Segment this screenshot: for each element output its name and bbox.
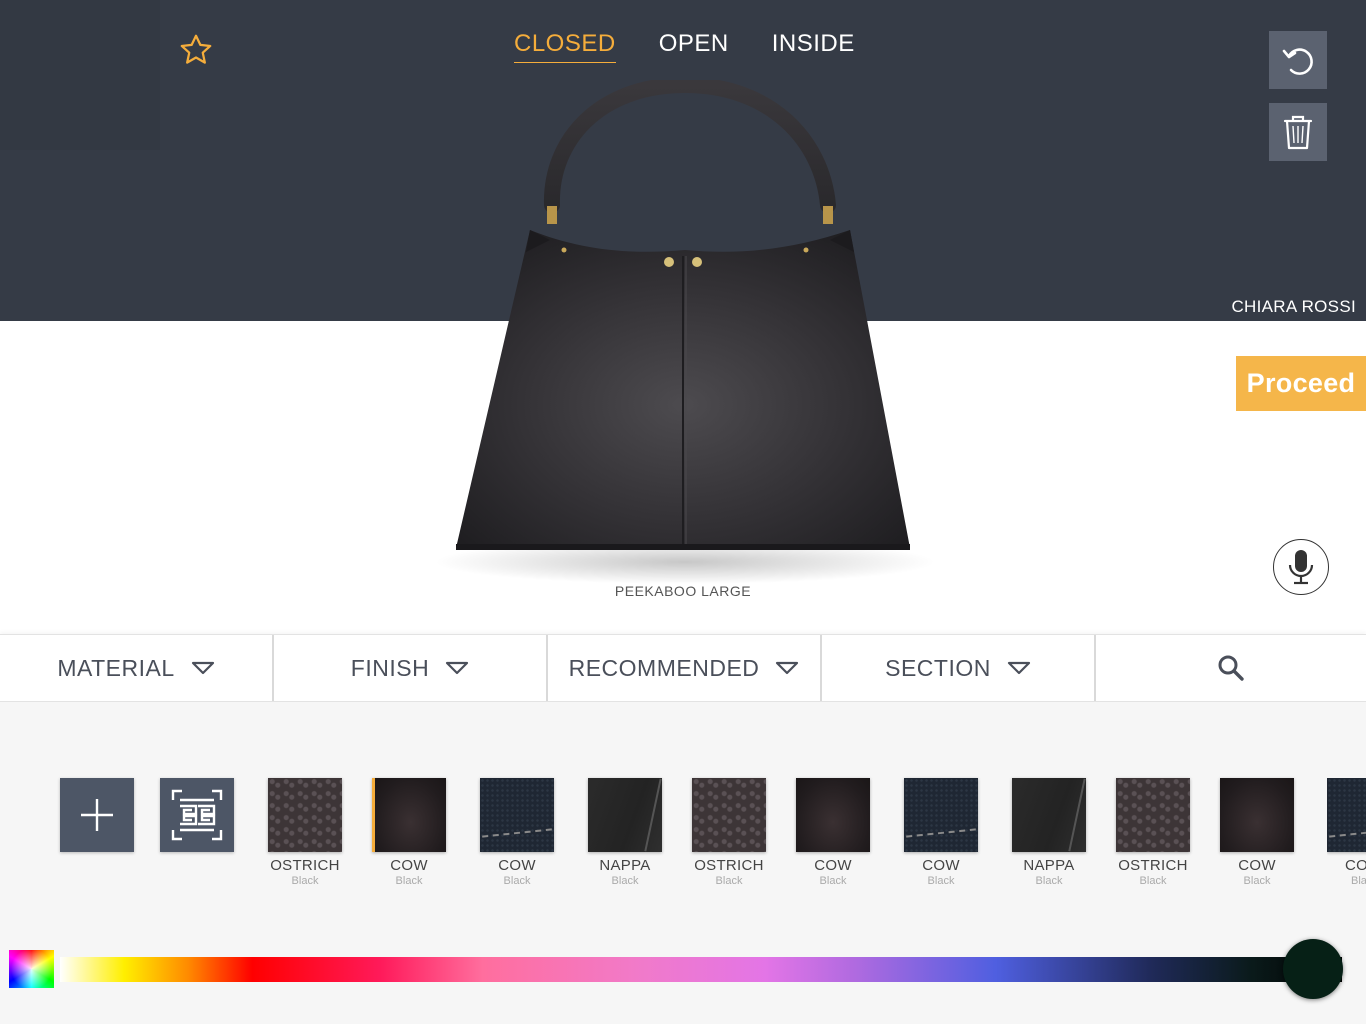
swatch-texture <box>588 778 662 852</box>
swatch-strip: OSTRICH Black COW Black COW Black NAPPA … <box>0 778 1366 898</box>
swatch-name: COW <box>498 857 536 874</box>
swatch-texture <box>904 778 978 852</box>
filter-section[interactable]: SECTION <box>822 635 1096 701</box>
swatch-cow-2[interactable]: COW Black <box>479 778 555 887</box>
undo-icon <box>1282 48 1313 75</box>
filter-recommended-label: RECOMMENDED <box>568 654 760 681</box>
swatch-cow-1[interactable]: COW Black <box>371 778 447 887</box>
scan-pattern-icon <box>171 789 223 841</box>
swatch-ostrich-2[interactable]: OSTRICH Black <box>691 778 767 887</box>
scan-material-button[interactable] <box>160 778 234 852</box>
swatch-name: OSTRICH <box>270 857 340 874</box>
swatch-color: Black <box>291 875 319 887</box>
swatch-name: COW <box>390 857 428 874</box>
swatch-name: OSTRICH <box>694 857 764 874</box>
swatch-nappa-1[interactable]: NAPPA Black <box>587 778 663 887</box>
star-outline-icon <box>180 34 212 64</box>
delete-button[interactable] <box>1269 103 1327 161</box>
swatch-cow-4[interactable]: COW Black <box>903 778 979 887</box>
swatch-ostrich-1[interactable]: OSTRICH Black <box>267 778 343 887</box>
voice-input-button[interactable] <box>1273 539 1329 595</box>
swatch-texture <box>480 778 554 852</box>
search-icon <box>1218 655 1244 681</box>
swatch-nappa-2[interactable]: NAPPA Black <box>1011 778 1087 887</box>
filter-finish-label: FINISH <box>350 654 430 681</box>
chevron-down-icon <box>446 661 469 675</box>
filter-material-label: MATERIAL <box>57 654 175 681</box>
swatch-name: COW <box>922 857 960 874</box>
swatch-color: Black <box>395 875 423 887</box>
plus-icon <box>81 799 113 831</box>
swatch-texture <box>1220 778 1294 852</box>
filter-section-label: SECTION <box>885 654 991 681</box>
filter-material[interactable]: MATERIAL <box>0 635 274 701</box>
color-slider-handle[interactable] <box>1283 939 1343 999</box>
tab-inside[interactable]: INSIDE <box>772 30 855 63</box>
swatch-texture <box>1012 778 1086 852</box>
filter-recommended[interactable]: RECOMMENDED <box>548 635 822 701</box>
swatch-cow-6[interactable]: COW Black <box>1327 778 1366 887</box>
swatch-name: COW <box>1238 857 1276 874</box>
swatch-cow-5[interactable]: COW Black <box>1219 778 1295 887</box>
swatch-color: Black <box>715 875 743 887</box>
swatch-color: Black <box>1035 875 1063 887</box>
swatch-color: Black <box>611 875 639 887</box>
microphone-icon <box>1288 550 1314 585</box>
swatch-ostrich-3[interactable]: OSTRICH Black <box>1115 778 1191 887</box>
swatch-texture <box>796 778 870 852</box>
filter-bar: MATERIAL FINISH RECOMMENDED SECTION <box>0 634 1366 702</box>
swatch-color: Black <box>1351 875 1366 887</box>
swatch-name: NAPPA <box>599 857 651 874</box>
swatch-color: Black <box>819 875 847 887</box>
swatch-texture <box>692 778 766 852</box>
product-image <box>435 80 935 584</box>
undo-button[interactable] <box>1269 31 1327 89</box>
swatch-name: COW <box>1345 857 1366 874</box>
color-spectrum-slider[interactable] <box>60 957 1342 982</box>
swatch-texture <box>372 778 446 852</box>
swatch-color: Black <box>503 875 531 887</box>
trash-icon <box>1283 115 1313 150</box>
client-name: CHIARA ROSSI <box>1231 297 1356 316</box>
filter-finish[interactable]: FINISH <box>274 635 548 701</box>
swatch-color: Black <box>927 875 955 887</box>
swatch-texture <box>1327 778 1366 852</box>
favorite-button[interactable] <box>178 32 214 68</box>
tab-closed[interactable]: CLOSED <box>514 30 616 63</box>
swatch-texture <box>268 778 342 852</box>
view-tabs: CLOSED OPEN INSIDE <box>514 30 855 63</box>
color-wheel-button[interactable] <box>9 950 54 988</box>
swatch-name: COW <box>814 857 852 874</box>
proceed-button[interactable]: Proceed <box>1236 356 1366 411</box>
chevron-down-icon <box>776 661 799 675</box>
add-material-button[interactable] <box>60 778 134 852</box>
chevron-down-icon <box>1007 661 1030 675</box>
swatch-color: Black <box>1139 875 1167 887</box>
swatch-texture <box>1116 778 1190 852</box>
chevron-down-icon <box>191 661 214 675</box>
swatch-color: Black <box>1243 875 1271 887</box>
tab-open[interactable]: OPEN <box>659 30 729 63</box>
search-button[interactable] <box>1096 635 1366 701</box>
swatch-cow-3[interactable]: COW Black <box>795 778 871 887</box>
swatch-name: NAPPA <box>1023 857 1075 874</box>
product-name: PEEKABOO LARGE <box>614 583 752 599</box>
swatch-name: OSTRICH <box>1118 857 1188 874</box>
header-corner-panel <box>0 0 160 150</box>
